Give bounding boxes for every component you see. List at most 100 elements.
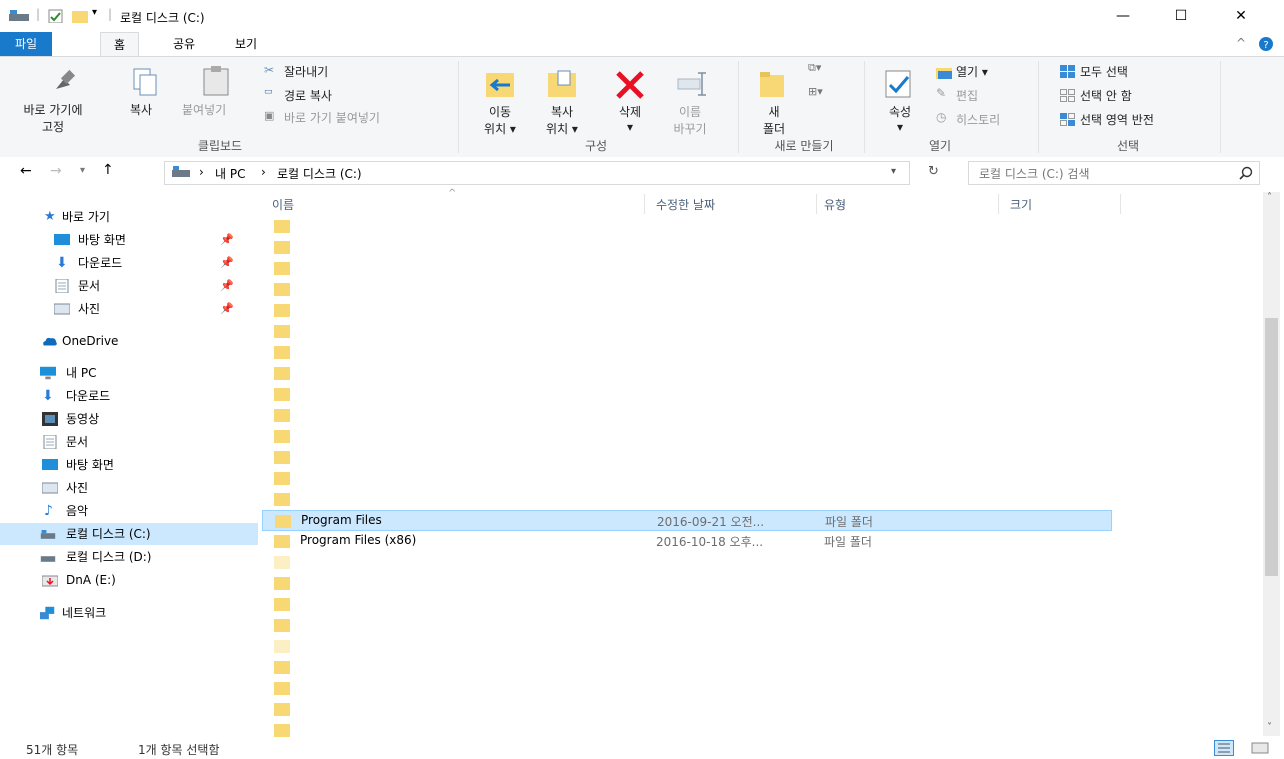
address-bar[interactable]: › 내 PC › 로컬 디스크 (C:) ▾ [164,161,910,185]
pin-icon[interactable]: 📌 [220,252,234,274]
copy-to-button[interactable]: 복사 위치 ▾ [536,103,588,137]
table-row[interactable]: Program Files (x86) 2016-10-18 오후... 파일 폴더 [262,531,1112,552]
pin-icon[interactable]: 📌 [220,275,234,297]
table-row[interactable] [262,405,1112,426]
paste-button[interactable]: 붙여넣기 [182,101,226,118]
nav-this-pc[interactable]: 내 PC [0,362,258,384]
nav-pc-music[interactable]: ♪ 음악 [0,500,258,522]
table-row[interactable] [262,573,1112,594]
large-icons-view-icon[interactable] [1250,740,1270,756]
column-separator[interactable] [644,194,645,214]
column-date-modified[interactable]: 수정한 날짜 [656,196,715,213]
minimize-button[interactable]: — [1100,0,1146,32]
table-row[interactable] [262,489,1112,510]
table-row[interactable]: Program Files 2016-09-21 오전... 파일 폴더 [262,510,1112,531]
rename-button[interactable]: 이름 바꾸기 [664,103,716,137]
help-icon[interactable]: ? [1258,36,1274,52]
column-separator[interactable] [816,194,817,214]
nav-pc-local-disk-c[interactable]: 로컬 디스크 (C:) [0,523,258,545]
select-all-button[interactable]: 모두 선택 [1080,63,1128,80]
table-row[interactable] [262,678,1112,699]
column-separator[interactable] [998,194,999,214]
invert-selection-button[interactable]: 선택 영역 반전 [1080,111,1154,128]
new-folder-button[interactable]: 새 폴더 [748,103,800,137]
search-icon[interactable] [1239,166,1253,180]
tab-file[interactable]: 파일 [0,32,52,56]
collapse-ribbon-icon[interactable]: ^ [1236,36,1246,50]
table-row[interactable] [262,636,1112,657]
paste-shortcut-button[interactable]: 바로 가기 붙여넣기 [284,109,380,126]
nav-item-pictures[interactable]: 사진 📌 [0,298,258,320]
table-row[interactable] [262,657,1112,678]
up-arrow-icon[interactable]: ↑ [102,162,114,178]
new-item-icon[interactable]: ⧉▾ [808,61,821,75]
nav-pc-pictures[interactable]: 사진 [0,477,258,499]
history-button[interactable]: 히스토리 [956,111,1000,128]
table-row[interactable] [262,699,1112,720]
scroll-down-icon[interactable]: ˅ [1267,722,1272,733]
table-row[interactable] [262,426,1112,447]
open-button[interactable]: 열기 ▾ [956,63,988,80]
drive-icon[interactable] [8,9,30,23]
cut-button[interactable]: 잘라내기 [284,63,328,80]
vertical-scrollbar[interactable]: ˄ ˅ [1263,192,1280,736]
nav-pc-local-disk-d[interactable]: 로컬 디스크 (D:) [0,546,258,568]
copy-button[interactable]: 복사 [130,101,152,118]
close-button[interactable]: ✕ [1218,0,1264,32]
nav-quick-access[interactable]: ★ 바로 가기 [0,206,258,228]
properties-button[interactable]: 속성 ▾ [874,103,926,134]
details-view-icon[interactable] [1214,740,1234,756]
nav-pc-desktop[interactable]: 바탕 화면 [0,454,258,476]
table-row[interactable] [262,216,1112,237]
new-folder-icon[interactable] [72,9,88,23]
table-row[interactable] [262,321,1112,342]
forward-arrow-icon[interactable]: → [50,163,62,179]
tab-home[interactable]: 홈 [100,32,140,57]
breadcrumb-local-disk-c[interactable]: 로컬 디스크 (C:) [277,165,362,182]
properties-check-icon[interactable] [48,9,64,23]
delete-button[interactable]: 삭제 ▾ [604,103,656,134]
table-row[interactable] [262,552,1112,573]
column-type[interactable]: 유형 [824,196,846,213]
table-row[interactable] [262,615,1112,636]
table-row[interactable] [262,237,1112,258]
nav-item-desktop[interactable]: 바탕 화면 📌 [0,229,258,251]
scrollbar-thumb[interactable] [1265,318,1278,576]
nav-onedrive[interactable]: OneDrive [0,330,258,352]
column-name[interactable]: 이름 [272,196,294,213]
nav-network[interactable]: 네트워크 [0,602,258,624]
maximize-button[interactable]: ☐ [1158,0,1204,32]
copy-path-button[interactable]: 경로 복사 [284,87,332,104]
nav-item-documents[interactable]: 문서 📌 [0,275,258,297]
nav-pc-dna-e[interactable]: DnA (E:) [0,569,258,591]
breadcrumb-this-pc[interactable]: 내 PC [215,165,245,182]
table-row[interactable] [262,363,1112,384]
select-none-button[interactable]: 선택 안 함 [1080,87,1132,104]
refresh-icon[interactable]: ↻ [928,164,939,179]
nav-item-downloads[interactable]: ⬇ 다운로드 📌 [0,252,258,274]
search-box[interactable]: 로컬 디스크 (C:) 검색 [968,161,1260,185]
table-row[interactable] [262,447,1112,468]
tab-share[interactable]: 공유 [160,32,208,56]
table-row[interactable] [262,594,1112,615]
easy-access-icon[interactable]: ⊞▾ [808,85,823,98]
scroll-up-icon[interactable]: ˄ [1267,192,1272,203]
nav-pc-videos[interactable]: 동영상 [0,408,258,430]
pin-icon[interactable]: 📌 [220,298,234,320]
table-row[interactable] [262,258,1112,279]
customize-quick-access-icon[interactable]: ▾ [92,7,97,18]
address-history-chevron-icon[interactable]: ▾ [891,166,896,177]
tab-view[interactable]: 보기 [222,32,270,56]
pin-icon[interactable]: 📌 [220,229,234,251]
table-row[interactable] [262,279,1112,300]
table-row[interactable] [262,300,1112,321]
edit-button[interactable]: 편집 [956,87,978,104]
column-separator[interactable] [1120,194,1121,214]
pin-quick-access-button[interactable]: 바로 가기에 고정 [12,101,94,135]
nav-pc-documents[interactable]: 문서 [0,431,258,453]
table-row[interactable] [262,384,1112,405]
nav-pc-downloads[interactable]: ⬇ 다운로드 [0,385,258,407]
recent-locations-chevron-icon[interactable]: ▾ [80,165,85,176]
back-arrow-icon[interactable]: ← [20,163,32,179]
table-row[interactable] [262,468,1112,489]
